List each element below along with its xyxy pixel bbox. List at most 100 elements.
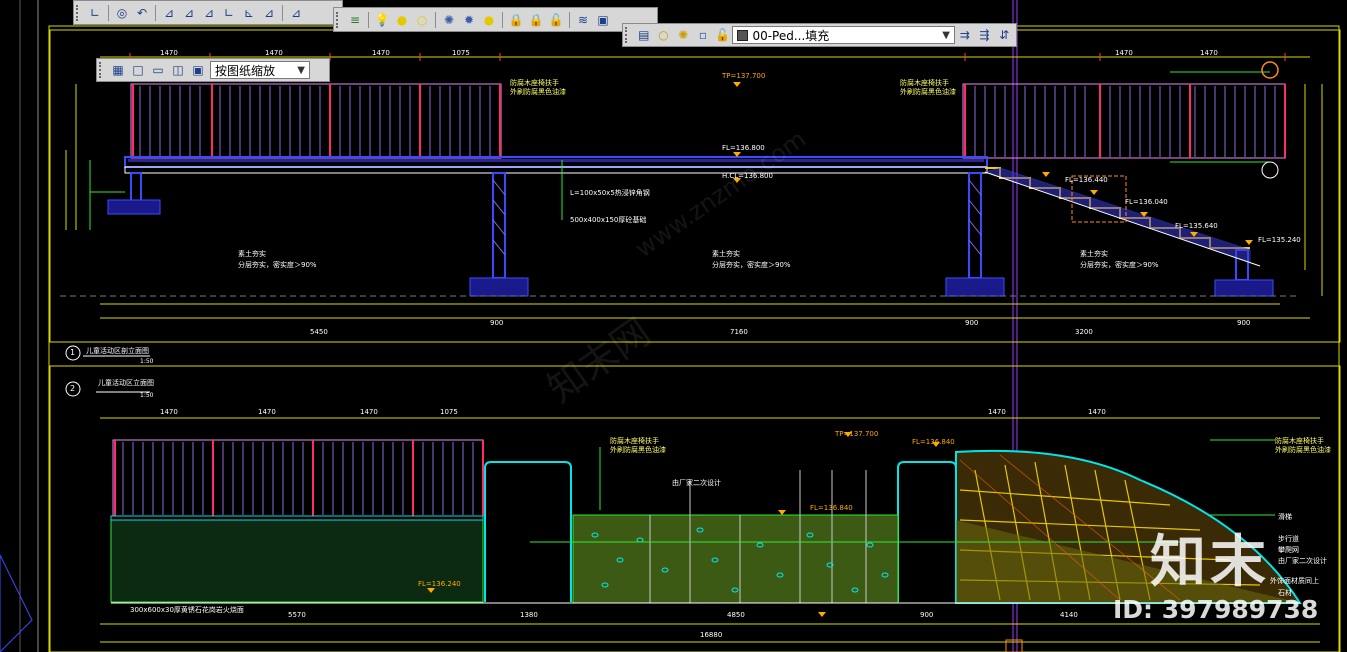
layer-iso-icon[interactable]: ▣	[594, 11, 612, 29]
sun-icon[interactable]: ✺	[674, 26, 692, 44]
s1-dim-5: 1470	[1115, 49, 1133, 57]
gear-icon[interactable]: ✹	[460, 11, 478, 29]
s2-dim-5: 1470	[988, 408, 1006, 416]
cad-drawing-canvas[interactable]	[0, 0, 1347, 652]
layers-toolbar: ≡ 💡 ● ○ ✺ ✹ ● 🔒 🔒 🔓 ≋ ▣	[333, 7, 658, 32]
s1-anno-compact-2: 分层夯实，密实度＞90%	[712, 261, 791, 269]
color-square-icon[interactable]: ▫	[694, 26, 712, 44]
layer-select[interactable]: 00-Ped...填充 ▼	[732, 26, 955, 44]
layer-walk-icon[interactable]: ⇵	[995, 26, 1013, 44]
ucs-view-icon[interactable]: ⊿	[200, 4, 218, 22]
lock-color-icon[interactable]: 🔒	[527, 11, 545, 29]
ucs-previous-icon[interactable]: ↶	[133, 4, 151, 22]
make-current-icon[interactable]: ⇉	[956, 26, 974, 44]
layer-select-value: 00-Ped...填充	[752, 28, 830, 43]
s1-elev-tp: TP=137.700	[722, 72, 766, 80]
chevron-down-icon[interactable]: ▼	[942, 30, 950, 41]
viewport-clip-icon[interactable]: ▭	[149, 61, 167, 79]
ucs-origin-icon[interactable]: ∟	[220, 4, 238, 22]
s2-anno-net: 攀爬网	[1278, 546, 1299, 554]
s1-sub-dim-1: 900	[490, 319, 504, 327]
s2-number: 2	[70, 384, 76, 393]
s1-anno-soil-2: 素土夯实	[712, 250, 740, 258]
s1-elev-stair2: FL=136.040	[1125, 198, 1168, 206]
ucs-3point-icon[interactable]: ⊿	[260, 4, 278, 22]
s1-sub-dim-3: 900	[1237, 319, 1251, 327]
s2-total-dim: 16880	[700, 631, 723, 639]
s2-bot-dim-1: 5570	[288, 611, 306, 619]
s1-anno-paint-r: 外刷防腐黑色油漆	[900, 88, 956, 96]
chevron-down-icon[interactable]: ▼	[297, 65, 305, 76]
ucs-x-icon[interactable]: ⊿	[287, 4, 305, 22]
s1-dim-6: 1470	[1200, 49, 1218, 57]
world-icon[interactable]: ◎	[113, 4, 131, 22]
viewport-single-icon[interactable]: □	[129, 61, 147, 79]
s2-anno-paint: 外刷防腐黑色油漆	[610, 446, 666, 454]
bulb-small-icon[interactable]: ○	[413, 11, 431, 29]
layer-properties-toolbar: ▤ ○ ✺ ▫ 🔓 00-Ped...填充 ▼ ⇉ ⇶ ⇵	[622, 23, 1017, 47]
toolbar-grip[interactable]	[625, 27, 631, 43]
s1-scale: 1:50	[140, 358, 154, 365]
ucs-object-icon[interactable]: ⊿	[180, 4, 198, 22]
s2-anno-slide: 滑梯	[1278, 513, 1292, 521]
sun-icon[interactable]: ✺	[440, 11, 458, 29]
ucs-icon[interactable]: ∟	[86, 4, 104, 22]
s1-dim-4: 1075	[452, 49, 470, 57]
s1-bot-dim-1: 5450	[310, 328, 328, 336]
s2-dim-2: 1470	[258, 408, 276, 416]
lock-icon[interactable]: 🔒	[507, 11, 525, 29]
s2-anno-finish: 外饰面材质同上	[1270, 577, 1319, 585]
s2-scale: 1:50	[140, 392, 154, 399]
ucs-face-icon[interactable]: ⊿	[160, 4, 178, 22]
s1-title: 儿童活动区剖立面图	[86, 347, 149, 355]
s2-elev-fl-1: FL=136.840	[912, 438, 955, 446]
circle-icon[interactable]: ●	[480, 11, 498, 29]
layer-previous-icon[interactable]: ⇶	[976, 26, 994, 44]
s2-bot-dim-5: 4140	[1060, 611, 1078, 619]
s1-bot-dim-3: 3200	[1075, 328, 1093, 336]
s2-dim-6: 1470	[1088, 408, 1106, 416]
s1-anno-footing: 500x400x150厚砼基础	[570, 216, 647, 224]
s1-anno-soil-1: 素土夯实	[238, 250, 266, 258]
viewport-poly-icon[interactable]: ◫	[169, 61, 187, 79]
viewport-scale-value: 按图纸缩放	[215, 63, 276, 78]
s1-bot-dim-2: 7160	[730, 328, 748, 336]
s2-title: 儿童活动区立面图	[98, 379, 154, 387]
toolbar-grip[interactable]	[76, 4, 82, 21]
s2-elev-tp: TP=137.700	[835, 430, 879, 438]
s2-anno-walk: 步行道	[1278, 535, 1299, 543]
s1-dim-2: 1470	[265, 49, 283, 57]
toolbar-grip[interactable]	[99, 62, 105, 78]
s1-elev-stair4: FL=135.240	[1258, 236, 1301, 244]
watermark-id: ID: 397989738	[1113, 595, 1319, 624]
lock-open-icon[interactable]: 🔓	[547, 11, 565, 29]
s1-elev-stair1: FL=136.440	[1065, 176, 1108, 184]
s2-dim-4: 1075	[440, 408, 458, 416]
viewport-icon[interactable]: ▦	[109, 61, 127, 79]
s1-dim-3: 1470	[372, 49, 390, 57]
lock-icon[interactable]: 🔓	[714, 26, 732, 44]
ucs-zaxis-icon[interactable]: ⊾	[240, 4, 258, 22]
s2-bot-dim-3: 4850	[727, 611, 745, 619]
s2-anno-vendor-2: 由厂家二次设计	[1278, 557, 1327, 565]
s2-bot-dim-4: 900	[920, 611, 934, 619]
s1-anno-compact-1: 分层夯实，密实度＞90%	[238, 261, 317, 269]
layer-manager-icon[interactable]: ≡	[346, 11, 364, 29]
layer-walk-icon[interactable]: ≋	[574, 11, 592, 29]
bulb-yellow-icon[interactable]: ●	[393, 11, 411, 29]
s1-sub-dim-2: 900	[965, 319, 979, 327]
ucs-toolbar: ∟ ◎ ↶ ⊿ ⊿ ⊿ ∟ ⊾ ⊿ ⊿	[73, 0, 343, 25]
color-square-icon	[737, 29, 749, 41]
viewport-scale-icon[interactable]: ▣	[189, 61, 207, 79]
toolbar-grip[interactable]	[336, 11, 342, 28]
s2-anno-paint-r: 外刷防腐黑色油漆	[1275, 446, 1331, 454]
s2-dim-1: 1470	[160, 408, 178, 416]
layer-states-icon[interactable]: ▤	[635, 26, 653, 44]
bulb-icon[interactable]: ○	[655, 26, 673, 44]
viewport-scale-select[interactable]: 按图纸缩放 ▼	[210, 61, 310, 79]
bulb-on-icon[interactable]: 💡	[373, 11, 391, 29]
s2-dim-3: 1470	[360, 408, 378, 416]
watermark-brand: 知末	[1150, 530, 1270, 595]
s1-elev-stair3: FL=135.640	[1175, 222, 1218, 230]
viewports-toolbar: ▦ □ ▭ ◫ ▣ 按图纸缩放 ▼	[96, 58, 330, 82]
